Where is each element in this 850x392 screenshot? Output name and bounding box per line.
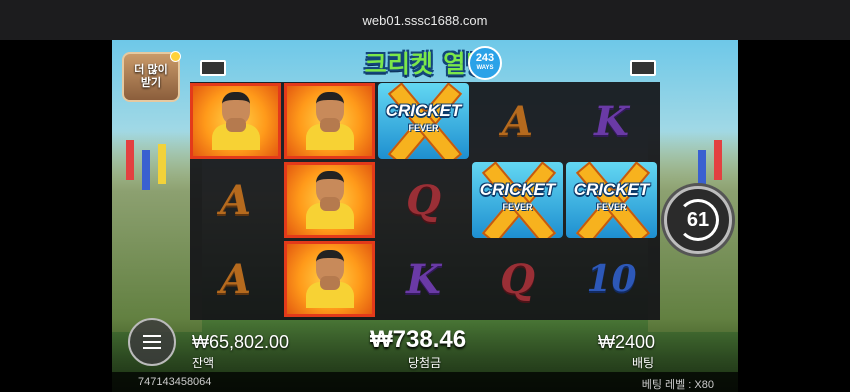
symbol-label: 10 xyxy=(586,258,637,300)
scatter-text-line1: CRICKET xyxy=(479,180,556,199)
spins-remaining: 61 xyxy=(686,208,710,231)
balance-label: 잔액 xyxy=(192,356,215,370)
notification-dot-icon xyxy=(170,51,181,62)
promo-line-1: 더 많이 xyxy=(134,64,168,76)
cricket-player-symbol xyxy=(284,83,375,159)
url-text: web01.sssc1688.com xyxy=(362,12,488,28)
scatter-symbol: CRICKET FEVER xyxy=(566,162,657,238)
cricket-player-icon xyxy=(305,92,354,150)
auto-spin-button[interactable]: 61 xyxy=(664,186,732,254)
cricket-player-symbol xyxy=(284,162,375,238)
crossed-bats-icon: CRICKET FEVER xyxy=(378,83,469,159)
floodlight-icon xyxy=(200,60,226,76)
cricket-player-symbol xyxy=(190,83,281,159)
scatter-text-line2: FEVER xyxy=(408,123,439,133)
letter-symbol: 10 xyxy=(566,241,657,317)
ways-count: 243 xyxy=(475,52,495,64)
letter-symbol: K xyxy=(378,241,469,317)
flag-icon xyxy=(714,140,722,180)
reel-grid: A A CRICKET FEVER Q K A CRICKET FEVER Q K CRICKET FE… xyxy=(190,82,660,320)
balance-value: ₩65,802.00 xyxy=(192,332,290,352)
scatter-text-line2: FEVER xyxy=(596,202,627,212)
symbol-label: K xyxy=(406,255,441,303)
symbol-label: K xyxy=(594,97,629,145)
symbol-label: A xyxy=(501,97,534,145)
scatter-text-line1: CRICKET xyxy=(573,180,650,199)
floodlight-icon xyxy=(630,60,656,76)
round-id: 747143458064 xyxy=(138,376,212,388)
letter-symbol: A xyxy=(190,241,281,317)
promo-line-2: 받기 xyxy=(140,77,162,89)
cricket-player-icon xyxy=(305,250,354,308)
menu-bar-icon xyxy=(143,347,161,349)
cricket-player-icon xyxy=(211,92,260,150)
cricket-player-icon xyxy=(305,171,354,229)
symbol-label: A xyxy=(219,176,252,224)
menu-bar-icon xyxy=(143,335,161,337)
promo-button[interactable]: 더 많이 받기 xyxy=(122,51,181,102)
symbol-label: A xyxy=(219,255,252,303)
game-footer: 747143458064 베팅 레벨 : X80 xyxy=(112,372,738,392)
win-amount: ₩738.46 xyxy=(370,326,467,353)
symbol-label: Q xyxy=(406,176,441,224)
slot-game-canvas: 크리켓 열병 243 WAYS 더 많이 받기 A A CRICKET FEVER Q K… xyxy=(112,40,738,392)
ways-label: WAYS xyxy=(476,65,494,71)
browser-address-bar[interactable]: web01.sssc1688.com xyxy=(0,0,850,40)
letter-symbol: Q xyxy=(472,241,563,317)
game-logo: 크리켓 열병 243 WAYS xyxy=(352,42,502,80)
right-letterbox xyxy=(738,40,850,392)
symbol-label: Q xyxy=(500,255,535,303)
scatter-symbol: CRICKET FEVER xyxy=(378,83,469,159)
menu-bar-icon xyxy=(143,341,161,343)
bet-value[interactable]: ₩2400 xyxy=(598,332,655,353)
flag-icon xyxy=(142,150,150,190)
crossed-bats-icon: CRICKET FEVER xyxy=(566,162,657,238)
win-label: 당첨금 xyxy=(408,356,442,370)
scatter-text-line2: FEVER xyxy=(502,202,533,212)
flag-icon xyxy=(698,150,706,190)
flag-icon xyxy=(126,140,134,180)
letter-symbol: A xyxy=(472,83,563,159)
ways-badge: 243 WAYS xyxy=(468,46,502,80)
letter-symbol: Q xyxy=(378,162,469,238)
flag-icon xyxy=(158,144,166,184)
cricket-player-symbol xyxy=(284,241,375,317)
left-letterbox xyxy=(0,40,112,392)
bet-level: 베팅 레벨 : X80 xyxy=(641,379,714,391)
scatter-symbol: CRICKET FEVER xyxy=(472,162,563,238)
scatter-text-line1: CRICKET xyxy=(385,101,462,120)
letter-symbol: K xyxy=(566,83,657,159)
bet-label: 배팅 xyxy=(632,356,655,370)
menu-button[interactable] xyxy=(128,318,176,366)
letter-symbol: A xyxy=(190,162,281,238)
crossed-bats-icon: CRICKET FEVER xyxy=(472,162,563,238)
